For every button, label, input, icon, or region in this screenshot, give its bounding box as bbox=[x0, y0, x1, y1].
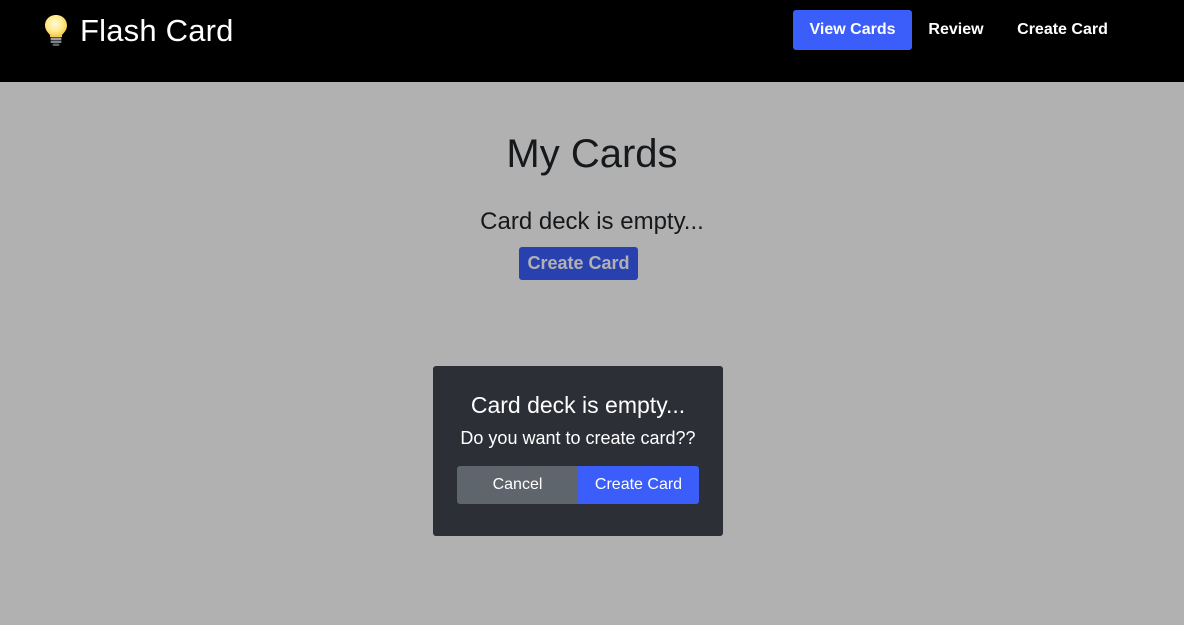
brand[interactable]: Flash Card bbox=[42, 11, 234, 51]
dialog-create-card-button[interactable]: Create Card bbox=[578, 466, 699, 504]
navbar: Flash Card View Cards Review Create Card bbox=[0, 0, 1184, 82]
dialog-question: Do you want to create card?? bbox=[460, 428, 696, 448]
nav-create-card[interactable]: Create Card bbox=[1000, 10, 1125, 50]
cancel-button[interactable]: Cancel bbox=[457, 466, 578, 504]
dialog-title: Card deck is empty... bbox=[470, 392, 686, 418]
brand-label: Flash Card bbox=[80, 13, 234, 48]
nav-view-cards[interactable]: View Cards bbox=[793, 10, 912, 50]
modal-backdrop[interactable] bbox=[0, 82, 1184, 625]
lightbulb-icon bbox=[42, 13, 70, 47]
nav-review[interactable]: Review bbox=[912, 10, 1000, 50]
empty-deck-dialog: Card deck is empty... Do you want to cre… bbox=[433, 366, 723, 536]
nav-menu: View Cards Review Create Card bbox=[793, 10, 1125, 50]
dialog-actions: Cancel Create Card bbox=[457, 466, 699, 504]
